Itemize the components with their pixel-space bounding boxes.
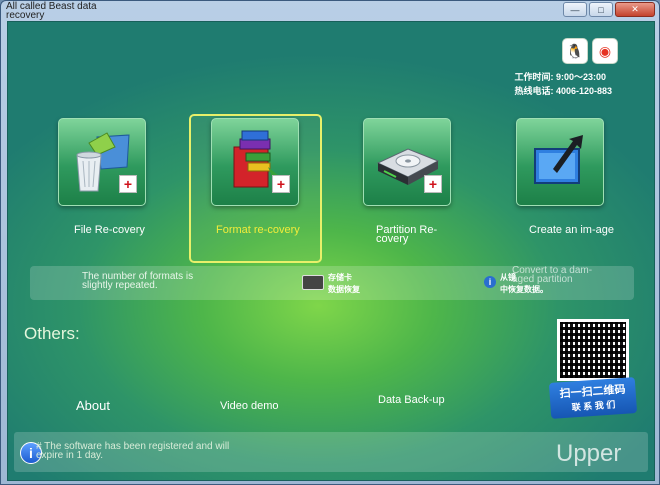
arrow-screen-icon <box>534 135 583 184</box>
window-title: All called Beast data recovery <box>6 1 97 21</box>
main-panel: 🐧 ◉ 工作时间: 9:00～23:00 热线电话: 4006-120-883 … <box>7 21 655 481</box>
maximize-button[interactable]: □ <box>589 2 613 17</box>
add-badge-icon: + <box>424 175 442 193</box>
create-image-button[interactable] <box>516 118 604 206</box>
data-backup-link[interactable]: Data Back-up <box>378 395 448 406</box>
qr-banner[interactable]: 扫一扫二维码 联 系 我 们 <box>548 377 638 419</box>
format-recovery-button[interactable]: + <box>211 118 299 206</box>
partition-line-2: 中恢复数据。 <box>500 285 548 294</box>
create-image-label: Create an im-age <box>529 224 614 236</box>
card-recovery-label[interactable]: 存储卡 数据恢复 <box>328 272 360 296</box>
info-bar: The number of formats is slightly repeat… <box>30 266 634 300</box>
qq-penguin-icon[interactable]: 🐧 <box>562 38 588 64</box>
partition-recovery-label: Partition Re-covery <box>376 224 438 245</box>
card-line-1: 存储卡 <box>328 273 352 282</box>
registration-status: # The software has been registered and w… <box>36 441 230 461</box>
close-button[interactable]: ✕ <box>615 2 655 17</box>
image-hint: Convert to a dam-aged partition <box>512 265 593 285</box>
add-badge-icon: + <box>119 175 137 193</box>
file-recovery-label: File Re-covery <box>74 224 145 236</box>
format-hint: The number of formats is slightly repeat… <box>82 271 194 291</box>
title-bar[interactable]: All called Beast data recovery — □ ✕ <box>1 1 660 21</box>
partition-recovery-button[interactable]: + <box>363 118 451 206</box>
minimize-button[interactable]: — <box>563 2 587 17</box>
about-link[interactable]: About <box>76 398 110 413</box>
weibo-icon[interactable]: ◉ <box>592 38 618 64</box>
social-links: 🐧 ◉ <box>562 38 618 64</box>
card-line-2: 数据恢复 <box>328 285 360 294</box>
status-bar: i # The software has been registered and… <box>14 432 648 472</box>
contact-info: 工作时间: 9:00～23:00 热线电话: 4006-120-883 <box>514 70 612 98</box>
upgrade-button[interactable]: Upper <box>556 440 621 468</box>
others-title: Others: <box>24 324 80 343</box>
video-demo-link[interactable]: Video demo <box>220 401 279 412</box>
info-icon: i <box>484 276 496 288</box>
file-recovery-button[interactable]: + <box>58 118 146 206</box>
qr-code-icon <box>560 322 626 378</box>
app-window: All called Beast data recovery — □ ✕ 🐧 ◉… <box>0 0 660 485</box>
add-badge-icon: + <box>272 175 290 193</box>
hotline: 热线电话: 4006-120-883 <box>514 86 612 96</box>
work-hours: 工作时间: 9:00～23:00 <box>514 72 606 82</box>
memory-card-icon <box>302 275 324 290</box>
format-recovery-label: Format re-covery <box>216 224 300 236</box>
qr-code <box>557 319 629 381</box>
window-controls: — □ ✕ <box>561 2 655 17</box>
